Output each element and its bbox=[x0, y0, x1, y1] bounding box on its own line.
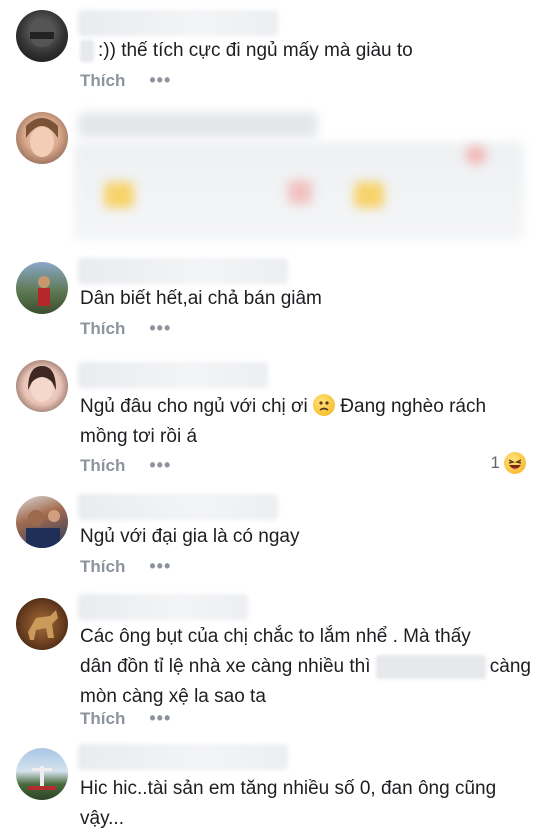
comment-actions: Thích ••• bbox=[80, 70, 171, 91]
men-avatar-icon bbox=[26, 510, 60, 548]
like-button[interactable]: Thích bbox=[80, 319, 125, 339]
comment-text: Các ông bụt của chị chắc to lắm nhể . Mà… bbox=[80, 626, 531, 707]
commenter-name-redacted bbox=[78, 362, 268, 388]
comment-text: Ngủ đâu cho ngủ với chị ơi Đang nghèo rá… bbox=[80, 394, 487, 447]
comment-actions: Thích ••• bbox=[80, 455, 171, 476]
avatar[interactable] bbox=[16, 360, 68, 412]
blurred-emoji bbox=[466, 146, 486, 164]
more-options-icon[interactable]: ••• bbox=[149, 70, 171, 91]
commenter-name-redacted bbox=[78, 594, 248, 620]
like-button[interactable]: Thích bbox=[80, 456, 125, 476]
avatar[interactable] bbox=[16, 748, 68, 800]
comment-text: Dân biết hết,ai chả bán giâm bbox=[80, 288, 322, 309]
like-button[interactable]: Thích bbox=[80, 557, 125, 577]
blurred-name bbox=[78, 112, 318, 138]
comment-actions: Thích ••• bbox=[80, 318, 171, 339]
like-button[interactable]: Thích bbox=[80, 71, 125, 91]
woman-avatar-icon bbox=[26, 118, 58, 157]
outdoor-person-avatar-icon bbox=[38, 276, 50, 306]
more-options-icon[interactable]: ••• bbox=[149, 556, 171, 577]
girl-avatar-icon bbox=[28, 366, 56, 402]
comment-text: :)) thế tích cực đi ngủ mấy mà giàu to bbox=[80, 36, 413, 66]
reaction-count: 1 bbox=[490, 453, 500, 472]
more-options-icon[interactable]: ••• bbox=[149, 455, 171, 476]
avatar[interactable] bbox=[16, 496, 68, 548]
blurred-emoji bbox=[104, 182, 134, 208]
avatar[interactable] bbox=[16, 112, 68, 164]
laughing-face-emoji-icon bbox=[504, 452, 526, 474]
commenter-name-redacted bbox=[78, 744, 288, 770]
horse-statue-avatar-icon bbox=[28, 610, 58, 640]
landscape-avatar-icon bbox=[28, 766, 56, 790]
helmet-avatar-icon bbox=[29, 21, 55, 47]
comment-actions: Thích ••• bbox=[80, 556, 171, 577]
avatar[interactable] bbox=[16, 10, 68, 62]
avatar[interactable] bbox=[16, 262, 68, 314]
redacted-word bbox=[375, 654, 486, 679]
blurred-emoji bbox=[354, 182, 384, 208]
comment-text: Ngủ với đại gia là có ngay bbox=[80, 526, 300, 547]
commenter-name-redacted bbox=[78, 494, 278, 520]
blurred-emoji bbox=[288, 180, 312, 204]
reaction-summary[interactable]: 1 bbox=[491, 452, 526, 474]
comment-text: Hic hic..tài sản em tăng nhiều số 0, đan… bbox=[80, 778, 497, 829]
commenter-name-redacted bbox=[78, 258, 288, 284]
avatar[interactable] bbox=[16, 598, 68, 650]
more-options-icon[interactable]: ••• bbox=[149, 708, 171, 729]
commenter-name-redacted bbox=[78, 10, 278, 36]
comment-actions: Thích ••• bbox=[80, 708, 171, 729]
more-options-icon[interactable]: ••• bbox=[149, 318, 171, 339]
like-button[interactable]: Thích bbox=[80, 709, 125, 729]
worried-face-emoji-icon bbox=[313, 394, 335, 416]
